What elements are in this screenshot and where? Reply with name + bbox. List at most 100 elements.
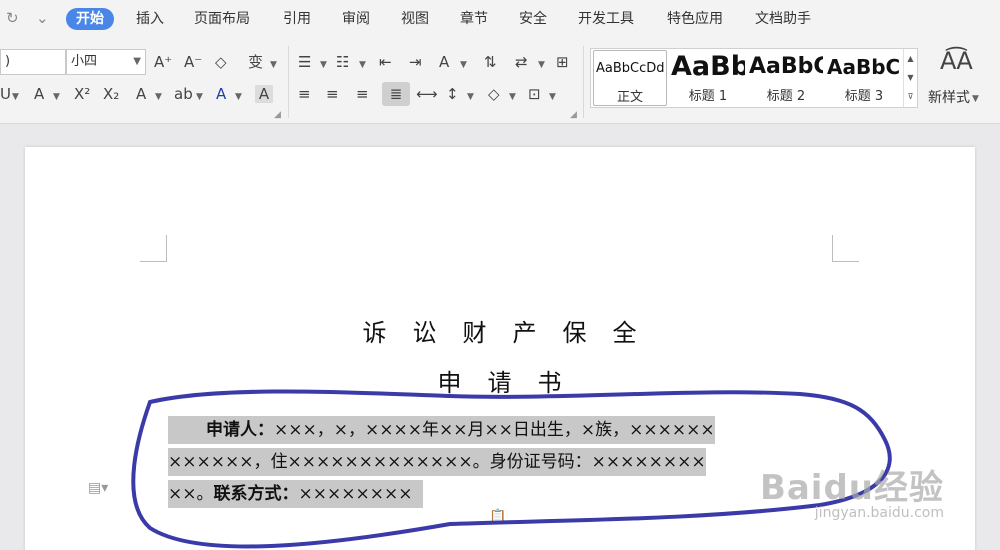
chevron-down-icon[interactable]: ▼ — [53, 88, 60, 106]
paragraph-dialog-launcher-icon[interactable]: ◢ — [570, 110, 577, 120]
phonetic-guide-icon[interactable]: 变 — [248, 53, 263, 71]
borders-icon[interactable]: ⊡ — [528, 85, 541, 103]
style-heading-3[interactable]: AaBbC 标题 3 — [827, 49, 901, 107]
paragraph-marks-icon[interactable]: ⇄ — [515, 53, 528, 71]
table-border-icon[interactable]: ⊞ — [556, 53, 569, 71]
line-spacing-icon[interactable]: ↕ — [446, 85, 459, 103]
chevron-down-icon[interactable]: ▼ — [460, 56, 467, 74]
chevron-down-icon[interactable]: ▼ — [538, 56, 545, 74]
new-style-icon[interactable]: A͡A — [940, 49, 973, 73]
style-heading-2[interactable]: AaBbC 标题 2 — [749, 49, 823, 107]
clear-format-icon[interactable]: ◇ — [215, 53, 227, 71]
font-dialog-launcher-icon[interactable]: ◢ — [274, 110, 281, 120]
distributed-align-icon[interactable]: ⟷ — [416, 85, 438, 103]
gallery-expand-icon[interactable]: ⊽ — [904, 87, 917, 106]
crop-mark-right — [832, 235, 859, 262]
paragraph-line-2: ××××××，住×××××××××××××。身份证号码：×××××××× — [168, 446, 833, 478]
tab-developer[interactable]: 开发工具 — [568, 8, 644, 30]
style-heading-1[interactable]: AaBb 标题 1 — [671, 49, 745, 107]
tab-page-layout[interactable]: 页面布局 — [184, 8, 260, 30]
ribbon-toolbar: ) 小四 ▼ A⁺ A⁻ ◇ 变 ▼ U ▼ A ▼ X² X₂ A ▼ ab … — [0, 38, 1000, 124]
tab-view[interactable]: 视图 — [391, 8, 439, 30]
style-sample: AaBb — [671, 51, 745, 82]
style-sample: AaBbC — [749, 54, 823, 79]
style-sample: AaBbC — [827, 55, 901, 79]
tab-security[interactable]: 安全 — [509, 8, 557, 30]
applicant-info: ×××，×，××××年××月××日出生，×族，×××××× — [274, 420, 715, 440]
document-subtitle: 申 请 书 — [437, 369, 563, 397]
highlight-icon[interactable]: ab — [174, 85, 193, 103]
chevron-down-icon[interactable]: ▼ — [270, 56, 277, 74]
menu-bar: ↻ ⌄ 开始 插入 页面布局 引用 审阅 视图 章节 安全 开发工具 特色应用 … — [0, 0, 1000, 38]
strikethrough-icon[interactable]: A — [34, 85, 44, 103]
chevron-down-icon[interactable]: ▼ — [467, 88, 474, 106]
character-shading-icon[interactable]: A — [255, 85, 273, 103]
chevron-down-icon[interactable]: ▼ — [904, 68, 917, 87]
chevron-down-icon[interactable]: ▼ — [12, 88, 19, 106]
underline-icon[interactable]: U — [0, 85, 11, 103]
quick-access-more-icon[interactable]: ⌄ — [36, 9, 49, 27]
tab-references[interactable]: 引用 — [273, 8, 321, 30]
divider — [583, 46, 584, 118]
sort-icon[interactable]: ⇅ — [484, 53, 497, 71]
tab-review[interactable]: 审阅 — [332, 8, 380, 30]
paragraph-layout-icon[interactable]: ▤▾ — [88, 480, 108, 496]
font-size-value: 小四 — [71, 54, 98, 69]
decrease-indent-icon[interactable]: ⇤ — [379, 53, 392, 71]
font-name-select[interactable]: ) — [0, 49, 66, 75]
tab-insert[interactable]: 插入 — [126, 8, 174, 30]
grow-font-icon[interactable]: A⁺ — [154, 53, 172, 71]
tab-special-apps[interactable]: 特色应用 — [657, 8, 733, 30]
superscript-icon[interactable]: X² — [74, 85, 90, 103]
bullet-list-icon[interactable]: ☰ — [298, 53, 311, 71]
font-color-icon[interactable]: A — [216, 85, 226, 103]
style-name: 标题 1 — [688, 89, 728, 104]
chevron-down-icon[interactable]: ▼ — [972, 90, 979, 108]
paste-options-icon[interactable]: 📋 — [489, 509, 506, 525]
text-highlight: 申请人：×××，×，××××年××月××日出生，×族，×××××× — [168, 416, 715, 444]
numbered-list-icon[interactable]: ☷ — [336, 53, 349, 71]
increase-indent-icon[interactable]: ⇥ — [409, 53, 422, 71]
tab-doc-assistant[interactable]: 文档助手 — [745, 8, 821, 30]
paragraph-line-1: 申请人：×××，×，××××年××月××日出生，×族，×××××× — [168, 414, 833, 446]
text-effect-icon[interactable]: A — [136, 85, 146, 103]
font-name-value: ) — [5, 54, 11, 69]
chevron-down-icon[interactable]: ▼ — [235, 88, 242, 106]
redo-icon[interactable]: ↻ — [6, 9, 19, 27]
new-style-button[interactable]: 新样式 — [928, 87, 970, 107]
baidu-watermark-url: jingyan.baidu.com — [814, 505, 944, 521]
applicant-label: 申请人： — [206, 420, 274, 440]
align-right-icon[interactable]: ≡ — [356, 85, 369, 103]
chevron-down-icon[interactable]: ▼ — [549, 88, 556, 106]
style-sample: AaBbCcDd — [596, 61, 665, 76]
text-highlight: ××。联系方式：×××××××× — [168, 480, 424, 508]
style-name: 正文 — [616, 90, 643, 105]
text-highlight: ××××××，住×××××××××××××。身份证号码：×××××××× — [168, 448, 706, 476]
wps-writer-window: ↻ ⌄ 开始 插入 页面布局 引用 审阅 视图 章节 安全 开发工具 特色应用 … — [0, 0, 1000, 550]
justify-icon[interactable]: ≣ — [382, 82, 410, 106]
divider — [288, 46, 289, 118]
styles-scroll[interactable]: ▲ ▼ ⊽ — [903, 49, 917, 107]
chevron-down-icon[interactable]: ▼ — [509, 88, 516, 106]
paragraph-line-3: ××。联系方式：×××××××× — [168, 478, 833, 510]
address-id-text: ××××××，住×××××××××××××。身份证号码：×××××××× — [168, 452, 706, 472]
style-normal[interactable]: AaBbCcDd 正文 — [593, 50, 667, 106]
subscript-icon[interactable]: X₂ — [103, 85, 119, 103]
align-left-icon[interactable]: ≡ — [298, 85, 311, 103]
chevron-down-icon[interactable]: ▼ — [196, 88, 203, 106]
shading-fill-icon[interactable]: ◇ — [488, 85, 500, 103]
chevron-up-icon[interactable]: ▲ — [904, 49, 917, 68]
chevron-down-icon[interactable]: ▼ — [320, 56, 327, 74]
text-direction-icon[interactable]: A — [439, 53, 449, 71]
chevron-down-icon[interactable]: ▼ — [155, 88, 162, 106]
align-center-icon[interactable]: ≡ — [326, 85, 339, 103]
crop-mark-left — [140, 235, 167, 262]
tab-start[interactable]: 开始 — [66, 8, 114, 30]
contact-value: ×××××××× — [298, 484, 413, 504]
selected-paragraph[interactable]: 申请人：×××，×，××××年××月××日出生，×族，×××××× ××××××… — [168, 414, 833, 510]
font-size-select[interactable]: 小四 ▼ — [66, 49, 146, 75]
styles-gallery: AaBbCcDd 正文 AaBb 标题 1 AaBbC 标题 2 AaBbC 标… — [590, 48, 918, 108]
tab-chapter[interactable]: 章节 — [450, 8, 498, 30]
chevron-down-icon[interactable]: ▼ — [359, 56, 366, 74]
shrink-font-icon[interactable]: A⁻ — [184, 53, 202, 71]
